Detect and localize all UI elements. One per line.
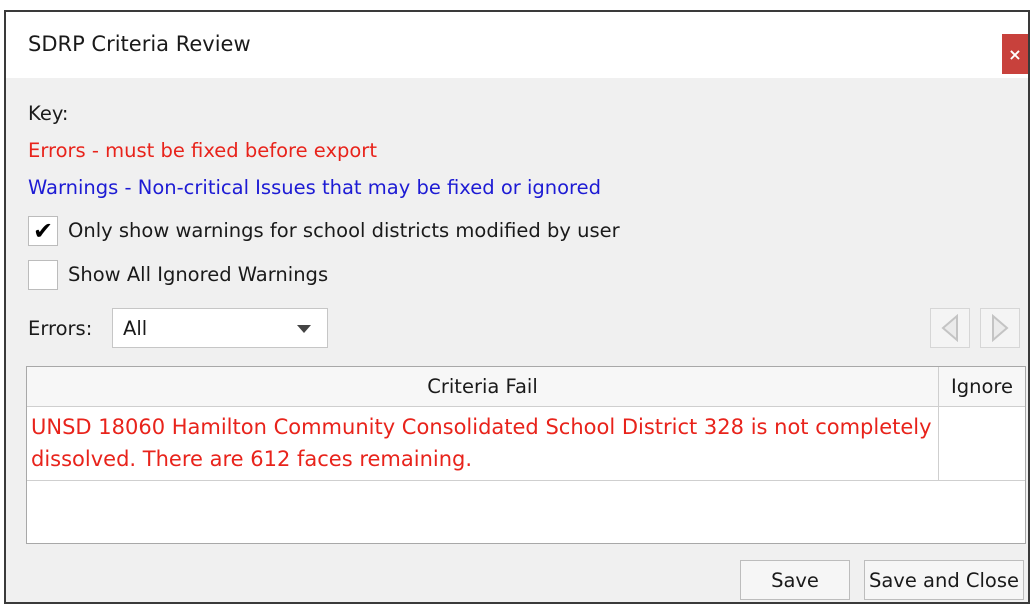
- ignore-cell[interactable]: [939, 407, 1025, 481]
- save-button[interactable]: Save: [740, 560, 850, 600]
- left-triangle-icon: [941, 314, 958, 342]
- column-header-ignore[interactable]: Ignore: [939, 367, 1025, 407]
- chevron-down-icon: [297, 325, 311, 333]
- show-ignored-checkbox[interactable]: [28, 260, 58, 290]
- errors-filter-value: All: [123, 317, 148, 340]
- criteria-fail-cell: UNSD 18060 Hamilton Community Consolidat…: [27, 407, 939, 481]
- errors-filter-select[interactable]: All: [112, 308, 328, 348]
- only-modified-checkbox[interactable]: ✔: [28, 216, 58, 246]
- errors-key-text: Errors - must be fixed before export: [28, 139, 377, 162]
- next-button[interactable]: [980, 308, 1020, 348]
- only-modified-label[interactable]: Only show warnings for school districts …: [68, 219, 620, 242]
- title-bar: SDRP Criteria Review ×: [6, 12, 1028, 78]
- previous-button[interactable]: [930, 308, 970, 348]
- checkmark-icon: ✔: [32, 217, 54, 245]
- criteria-table: Criteria Fail Ignore UNSD 18060 Hamilton…: [26, 366, 1026, 544]
- close-button[interactable]: ×: [1002, 34, 1028, 74]
- key-heading: Key:: [28, 102, 69, 125]
- window-title: SDRP Criteria Review: [28, 32, 251, 56]
- save-and-close-button[interactable]: Save and Close: [864, 560, 1024, 600]
- right-triangle-icon: [992, 314, 1009, 342]
- close-icon: ×: [1008, 44, 1022, 64]
- table-row[interactable]: UNSD 18060 Hamilton Community Consolidat…: [27, 407, 1025, 481]
- column-header-criteria-fail[interactable]: Criteria Fail: [27, 367, 939, 407]
- warnings-key-text: Warnings - Non-critical Issues that may …: [28, 176, 602, 199]
- show-ignored-label[interactable]: Show All Ignored Warnings: [68, 263, 328, 286]
- sdrp-criteria-review-dialog: SDRP Criteria Review × Key: Errors - mus…: [4, 10, 1030, 604]
- errors-filter-label: Errors:: [28, 317, 93, 340]
